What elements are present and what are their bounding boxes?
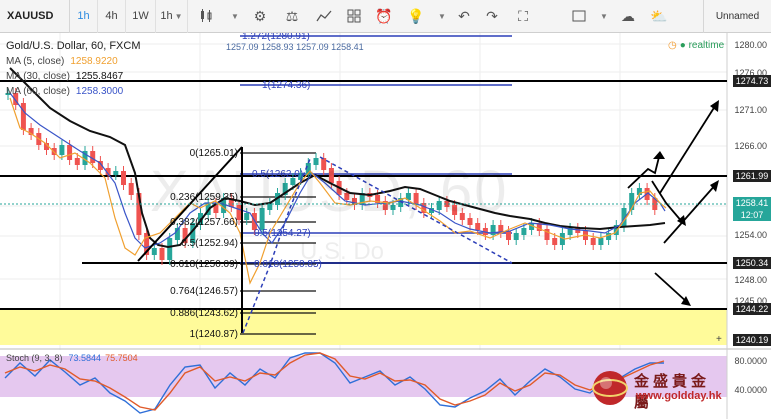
replay-lightbulb-icon[interactable]: 💡 [400,0,432,33]
candle-body [552,238,558,245]
ma30-label: MA (30, close) [6,71,70,82]
realtime-indicator: ◷ ● realtime [668,40,724,51]
candle-body [128,183,134,195]
compare-scale-icon[interactable]: ⚖ [276,0,308,33]
current-price-tag: 1258.41 [733,197,771,209]
price-axis-label: 1248.00 [734,275,767,285]
realtime-dot-icon: ● [679,40,686,51]
fib-level-label: 1.272(1280.91) [242,33,310,42]
ma60-value: 1258.3000 [75,86,124,97]
ma30-value: 1255.8467 [75,71,124,82]
ma60-legend[interactable]: MA (60, close) 1258.3000 [6,86,123,97]
replay-dropdown-icon[interactable]: ▼ [432,0,450,33]
candle-body [159,248,165,260]
interval-value: 1h [160,10,173,22]
candle-body [167,238,173,260]
candle-body [590,238,596,245]
candle-body [20,103,26,130]
top-toolbar: XAUUSD 1h 4h 1W 1h ▼ ▼ ⚙ ⚖ ⏰ 💡 ▼ ↶ ↷ ⛶ ▼ … [0,0,771,33]
support-price-tag: 1240.19 [733,334,771,346]
chart-style-dropdown-icon[interactable]: ▼ [224,0,244,33]
candle-body [490,225,496,235]
candle-body [59,145,65,155]
support-zone [0,309,727,345]
candle-body [67,145,73,160]
stoch-label-text: Stoch (9, 3, 8) [6,353,63,363]
resistance-price-tag: 1261.99 [733,170,771,182]
ohlc-values: 1257.09 1258.93 1257.09 1258.41 [226,42,364,52]
ma60-label: MA (60, close) [6,86,70,97]
ma5-label: MA (5, close) [6,56,65,67]
symbol-search-button[interactable]: XAUUSD [0,0,70,33]
candle-body [151,248,157,255]
layout-dropdown-icon[interactable]: ▼ [594,0,612,33]
cloud-save-icon[interactable]: ⛅ [644,0,674,33]
layout-name-button[interactable]: Unnamed [703,0,771,33]
price-axis-label: 1266.00 [734,141,767,151]
stoch-d-value: 75.7504 [105,353,138,363]
candle-body [521,228,527,235]
fib-level-label: 1(1240.87) [190,329,238,340]
chart-style-icon[interactable] [188,0,224,33]
cloud-load-icon[interactable]: ☁ [612,0,644,33]
candle-body [513,233,519,240]
redo-icon[interactable]: ↷ [478,0,506,33]
symbol-watermark: XAUUSD, 60 [150,159,509,224]
fib-level-label: 0.5(1252.94) [181,238,238,249]
fib-level-label: 0.764(1246.57) [170,286,238,297]
interval-1h-button[interactable]: 1h [70,0,98,33]
symbol-name-watermark: U.S. Do [300,238,385,265]
layout-square-icon[interactable] [564,0,594,33]
undo-icon[interactable]: ↶ [450,0,478,33]
bar-countdown-tag: 12:07 [733,209,771,221]
fullscreen-icon[interactable]: ⛶ [506,0,540,33]
price-axis-label: 1254.00 [734,230,767,240]
fib-level-label: 1(1274.36) [262,80,310,91]
goldday-brand: 金盛貴金屬 www.goldday.hk [592,364,722,414]
indicators-icon[interactable] [308,0,340,33]
stoch-k-value: 73.5844 [68,353,102,363]
templates-grid-icon[interactable] [340,0,368,33]
candle-body [74,158,80,165]
interval-dropdown[interactable]: 1h ▼ [156,0,188,33]
interval-1w-button[interactable]: 1W [126,0,156,33]
ma5-legend[interactable]: MA (5, close) 1258.9220 [6,56,118,67]
add-level-plus-icon[interactable]: + [716,335,726,345]
gold-globe-logo-icon [592,371,628,405]
alert-clock-icon[interactable]: ⏰ [368,0,400,33]
clock-icon: ◷ [668,40,677,51]
candle-body [598,238,604,245]
fib-level-label: 0.886(1243.62) [170,308,238,319]
ma5-value: 1258.9220 [70,56,118,67]
fib-level-label: 0.618(1250.09) [170,259,238,270]
stoch-legend[interactable]: Stoch (9, 3, 8) 73.5844 75.7504 [6,353,138,363]
series-legend-title[interactable]: Gold/U.S. Dollar, 60, FXCM [6,40,141,52]
candle-body [506,231,511,240]
chevron-down-icon: ▼ [174,11,183,21]
support-price-tag: 1244.22 [733,303,771,315]
chart-title: Gold/U.S. Dollar, 60, FXCM [6,40,141,52]
price-axis-label: 1271.00 [734,105,767,115]
support-price-tag: 1250.34 [733,257,771,269]
realtime-label: realtime [688,40,725,51]
candle-body [113,171,119,175]
price-axis-label: 1280.00 [734,40,767,50]
candle-body [121,171,126,185]
ma30-legend[interactable]: MA (30, close) 1255.8467 [6,71,123,82]
stoch-axis-label: 40.0000 [734,385,767,395]
resistance-price-tag: 1274.73 [733,75,771,87]
settings-gear-icon[interactable]: ⚙ [244,0,276,33]
brand-url: www.goldday.hk [636,390,722,402]
stoch-axis-label: 80.0000 [734,356,767,366]
interval-4h-button[interactable]: 4h [98,0,126,33]
